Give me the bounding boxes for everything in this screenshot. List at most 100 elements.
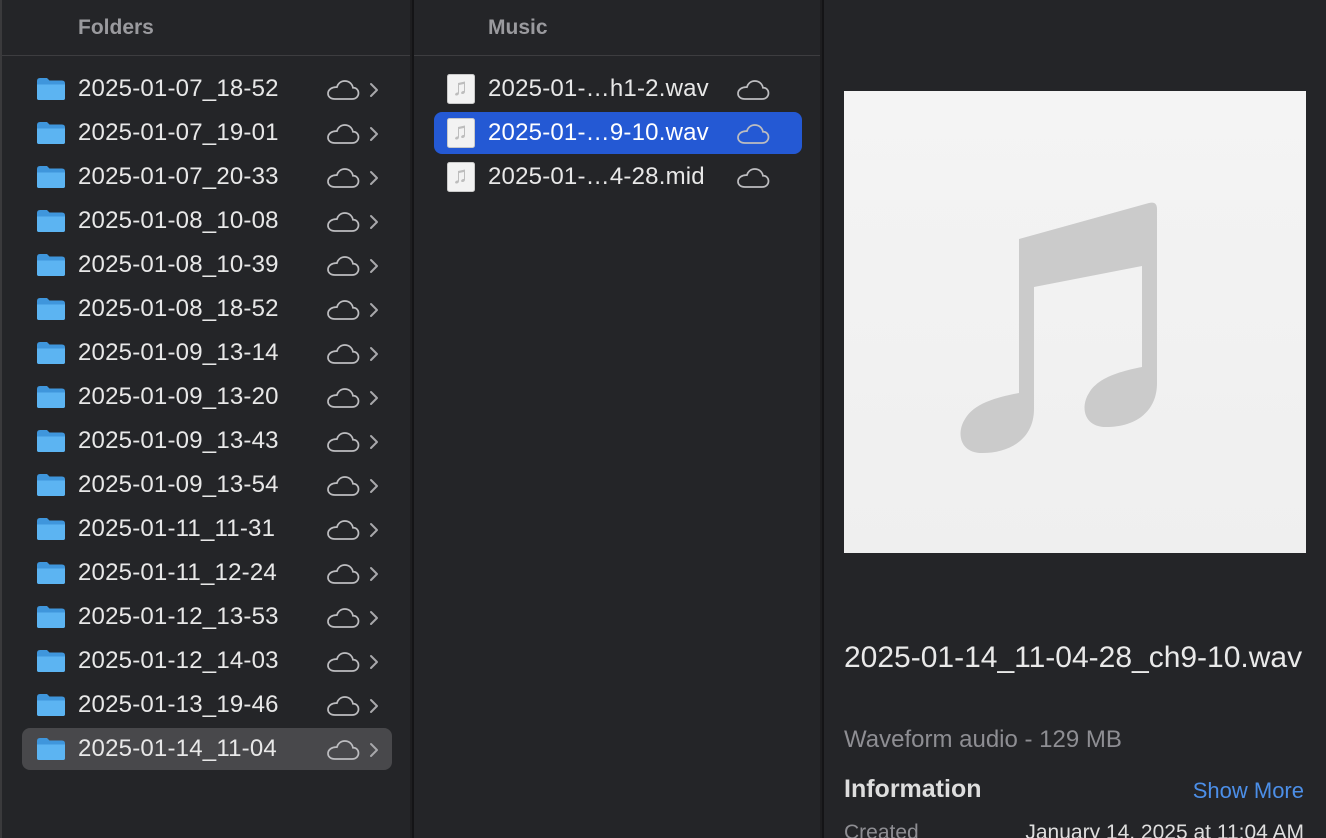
folder-row-2025-01-11-12-24[interactable]: 2025-01-11_12-24: [22, 552, 392, 594]
icloud-download-icon[interactable]: [326, 79, 360, 101]
folder-icon: [36, 693, 66, 717]
folder-icon: [36, 517, 66, 541]
folder-icon: [36, 253, 66, 277]
chevron-right-icon: [368, 123, 380, 143]
preview-header-spacer: [824, 0, 1326, 56]
folder-row-2025-01-07-20-33[interactable]: 2025-01-07_20-33: [22, 156, 392, 198]
preview-column: 2025-01-14_11-04-28_ch9-10.wav Waveform …: [822, 0, 1326, 838]
music-file-name: 2025-01-…4-28.mid: [488, 163, 705, 190]
folder-name: 2025-01-08_10-08: [78, 207, 279, 234]
folder-row-2025-01-09-13-14[interactable]: 2025-01-09_13-14: [22, 332, 392, 374]
icloud-download-icon[interactable]: [326, 255, 360, 277]
created-value: January 14, 2025 at 11:04 AM: [1025, 821, 1304, 838]
icloud-download-icon[interactable]: [326, 211, 360, 233]
chevron-right-icon: [368, 299, 380, 319]
folders-header: Folders: [2, 0, 410, 56]
icloud-download-icon[interactable]: [326, 299, 360, 321]
folder-name: 2025-01-07_18-52: [78, 75, 279, 102]
folder-name: 2025-01-07_19-01: [78, 119, 279, 146]
music-file-name: 2025-01-…9-10.wav: [488, 119, 709, 146]
chevron-right-icon: [368, 79, 380, 99]
folder-name: 2025-01-08_18-52: [78, 295, 279, 322]
icloud-download-icon[interactable]: [326, 607, 360, 629]
icloud-download-icon[interactable]: [326, 695, 360, 717]
chevron-right-icon: [368, 211, 380, 231]
folder-name: 2025-01-14_11-04: [78, 735, 277, 762]
icloud-download-icon[interactable]: [326, 739, 360, 761]
icloud-download-icon[interactable]: [736, 123, 770, 145]
icloud-download-icon[interactable]: [326, 475, 360, 497]
folder-name: 2025-01-11_12-24: [78, 559, 277, 586]
icloud-download-icon[interactable]: [326, 167, 360, 189]
folder-icon: [36, 561, 66, 585]
folder-row-2025-01-11-11-31[interactable]: 2025-01-11_11-31: [22, 508, 392, 550]
music-file-row[interactable]: 2025-01-…4-28.mid: [434, 156, 802, 198]
folder-row-2025-01-12-13-53[interactable]: 2025-01-12_13-53: [22, 596, 392, 638]
music-file-row[interactable]: 2025-01-…9-10.wav: [434, 112, 802, 154]
folder-row-2025-01-09-13-54[interactable]: 2025-01-09_13-54: [22, 464, 392, 506]
chevron-right-icon: [368, 255, 380, 275]
folder-icon: [36, 297, 66, 321]
folder-row-2025-01-07-18-52[interactable]: 2025-01-07_18-52: [22, 68, 392, 110]
icloud-download-icon[interactable]: [736, 167, 770, 189]
folder-row-2025-01-07-19-01[interactable]: 2025-01-07_19-01: [22, 112, 392, 154]
folder-icon: [36, 341, 66, 365]
icloud-download-icon[interactable]: [326, 431, 360, 453]
preview-file-kind: Waveform audio - 129 MB: [844, 726, 1122, 753]
chevron-right-icon: [368, 387, 380, 407]
music-file-icon: [447, 162, 475, 192]
folder-name: 2025-01-08_10-39: [78, 251, 279, 278]
folder-row-2025-01-08-10-08[interactable]: 2025-01-08_10-08: [22, 200, 392, 242]
folder-name: 2025-01-12_13-53: [78, 603, 279, 630]
folder-icon: [36, 737, 66, 761]
folder-row-2025-01-12-14-03[interactable]: 2025-01-12_14-03: [22, 640, 392, 682]
folder-icon: [36, 165, 66, 189]
icloud-download-icon[interactable]: [326, 123, 360, 145]
created-label: Created: [844, 821, 919, 838]
folder-name: 2025-01-09_13-54: [78, 471, 279, 498]
chevron-right-icon: [368, 431, 380, 451]
icloud-download-icon[interactable]: [326, 563, 360, 585]
folder-row-2025-01-14-11-04[interactable]: 2025-01-14_11-04: [22, 728, 392, 770]
folder-name: 2025-01-09_13-20: [78, 383, 279, 410]
folder-name: 2025-01-09_13-14: [78, 339, 279, 366]
chevron-right-icon: [368, 475, 380, 495]
chevron-right-icon: [368, 651, 380, 671]
music-column: Music 2025-01-…h1-2.wav 2025-01-…9-10.wav…: [412, 0, 820, 838]
preview-filename: 2025-01-14_11-04-28_ch9-10.wav: [844, 641, 1303, 674]
chevron-right-icon: [368, 607, 380, 627]
folder-name: 2025-01-09_13-43: [78, 427, 279, 454]
folder-row-2025-01-08-18-52[interactable]: 2025-01-08_18-52: [22, 288, 392, 330]
music-header: Music: [414, 0, 820, 56]
icloud-download-icon[interactable]: [736, 79, 770, 101]
chevron-right-icon: [368, 563, 380, 583]
folder-name: 2025-01-13_19-46: [78, 691, 279, 718]
folder-row-2025-01-08-10-39[interactable]: 2025-01-08_10-39: [22, 244, 392, 286]
folder-icon: [36, 209, 66, 233]
folder-name: 2025-01-12_14-03: [78, 647, 279, 674]
music-file-icon: [447, 74, 475, 104]
icloud-download-icon[interactable]: [326, 343, 360, 365]
chevron-right-icon: [368, 695, 380, 715]
show-more-link[interactable]: Show More: [1193, 778, 1304, 804]
folder-icon: [36, 77, 66, 101]
folder-icon: [36, 473, 66, 497]
music-file-row[interactable]: 2025-01-…h1-2.wav: [434, 68, 802, 110]
folder-icon: [36, 649, 66, 673]
chevron-right-icon: [368, 519, 380, 539]
icloud-download-icon[interactable]: [326, 519, 360, 541]
chevron-right-icon: [368, 739, 380, 759]
icloud-download-icon[interactable]: [326, 387, 360, 409]
folder-icon: [36, 385, 66, 409]
folder-row-2025-01-09-13-20[interactable]: 2025-01-09_13-20: [22, 376, 392, 418]
music-file-name: 2025-01-…h1-2.wav: [488, 75, 709, 102]
chevron-right-icon: [368, 167, 380, 187]
folder-row-2025-01-09-13-43[interactable]: 2025-01-09_13-43: [22, 420, 392, 462]
folder-icon: [36, 429, 66, 453]
chevron-right-icon: [368, 343, 380, 363]
icloud-download-icon[interactable]: [326, 651, 360, 673]
folder-row-2025-01-13-19-46[interactable]: 2025-01-13_19-46: [22, 684, 392, 726]
folder-icon: [36, 605, 66, 629]
folder-name: 2025-01-11_11-31: [78, 515, 276, 542]
folders-column: Folders 2025-01-07_18-52 2025-01-07_19-01…: [0, 0, 410, 838]
